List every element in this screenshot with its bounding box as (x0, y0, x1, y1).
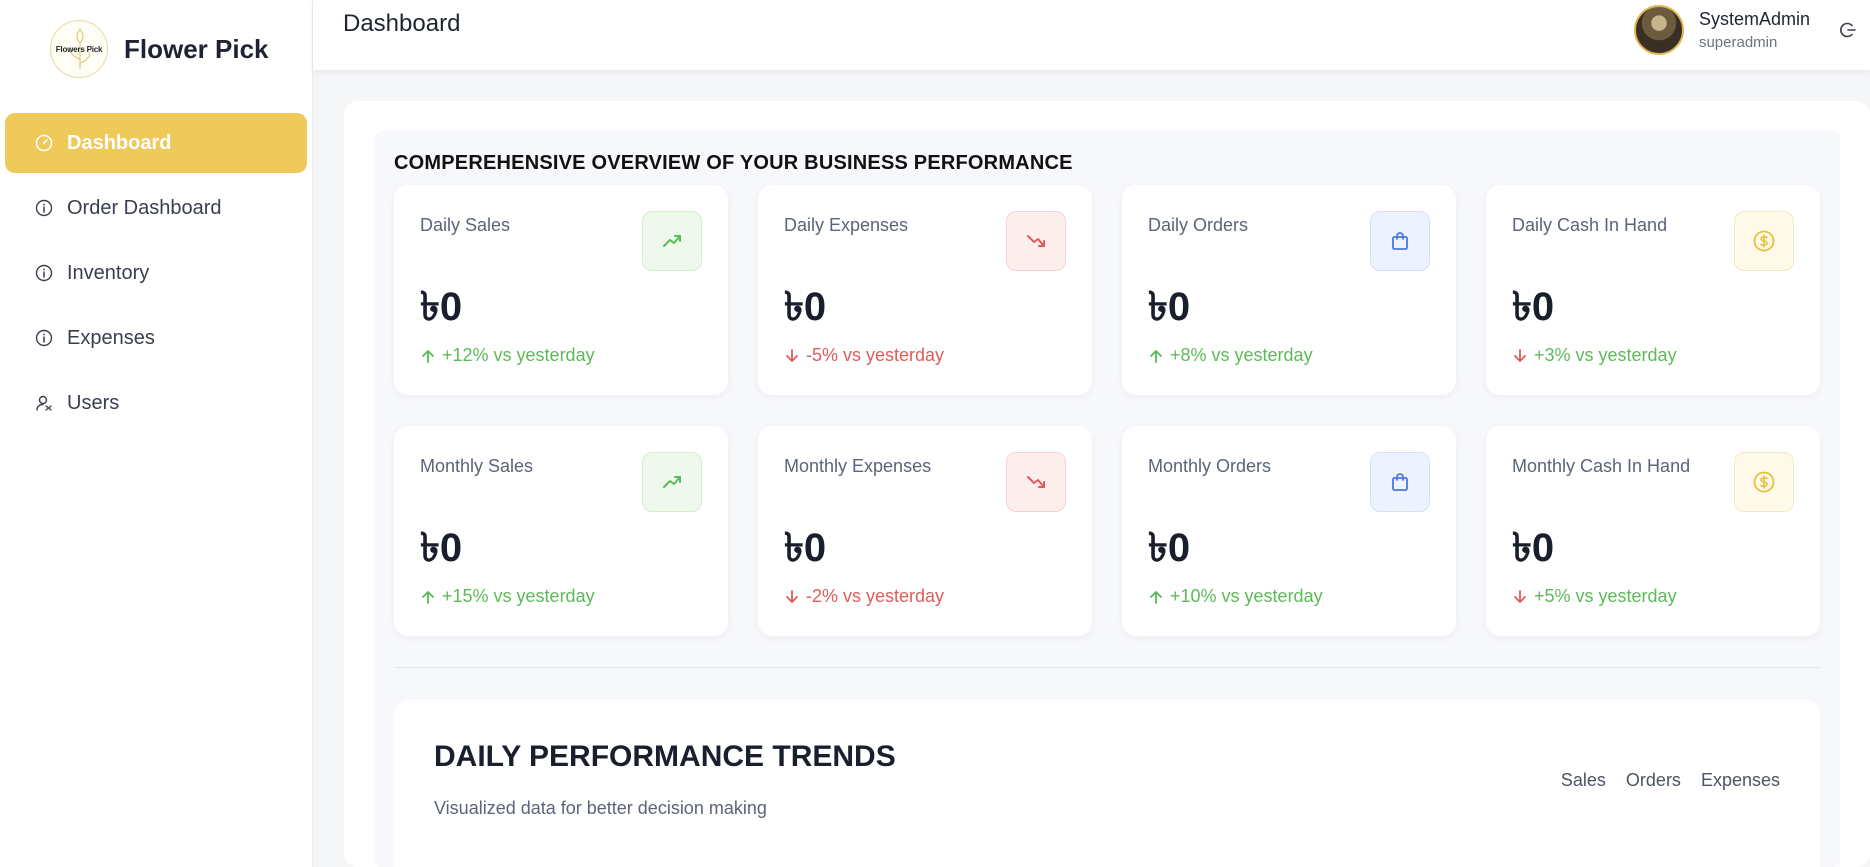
card-label: Daily Expenses (784, 215, 909, 235)
gauge-icon (33, 132, 55, 154)
trends-title: DAILY PERFORMANCE TRENDS (434, 740, 896, 773)
card-value: ৳0 (420, 285, 463, 329)
trend-up-icon (642, 452, 702, 512)
card-label: Monthly Sales (420, 456, 534, 476)
sidebar: Flowers Pick Flower Pick Dashboard Order… (0, 0, 313, 867)
app: Flowers Pick Flower Pick Dashboard Order… (0, 0, 1870, 867)
arrow-down-icon (786, 348, 798, 362)
sidebar-item-dashboard[interactable]: Dashboard (5, 113, 307, 173)
arrow-up-icon (422, 349, 434, 363)
shopping-bag-icon (1370, 211, 1430, 271)
trend-down-icon (1006, 211, 1066, 271)
arrow-up-icon (422, 590, 434, 604)
card-label: Daily Orders (1148, 215, 1249, 235)
user-name: SystemAdmin (1698, 9, 1810, 29)
arrow-up-icon (1150, 349, 1162, 363)
brand[interactable]: Flowers Pick Flower Pick (50, 18, 269, 80)
tab-expenses[interactable]: Expenses (1701, 770, 1780, 791)
card-value: ৳0 (1148, 285, 1191, 329)
arrow-down-icon (1514, 348, 1526, 362)
trend-up-icon (642, 211, 702, 271)
card-change: +8% vs yesterday (1148, 345, 1313, 366)
sidebar-item-inventory[interactable]: Inventory (5, 243, 307, 303)
card-change: +12% vs yesterday (420, 345, 595, 366)
sidebar-item-label: Inventory (67, 261, 150, 284)
stat-card-monthly-expenses: Monthly Expenses ৳0 -2% vs yesterday (758, 426, 1092, 636)
dollar-circle-icon (1734, 452, 1794, 512)
card-change: +15% vs yesterday (420, 586, 595, 607)
card-change-text: +8% vs yesterday (1170, 345, 1313, 365)
card-change-text: -2% vs yesterday (806, 586, 945, 606)
card-value: ৳0 (1148, 526, 1191, 570)
shopping-bag-icon (1370, 452, 1430, 512)
tab-sales[interactable]: Sales (1561, 770, 1606, 791)
user-menu[interactable]: SystemAdmin superadmin (1633, 5, 1810, 55)
logout-icon[interactable] (1838, 20, 1860, 42)
sidebar-item-label: Expenses (67, 326, 155, 349)
card-label: Daily Sales (420, 215, 511, 235)
divider (394, 667, 1820, 668)
avatar[interactable] (1633, 5, 1684, 55)
info-icon (33, 262, 55, 284)
trends-subtitle: Visualized data for better decision maki… (434, 798, 767, 818)
arrow-up-icon (1150, 590, 1162, 604)
page-title: Dashboard (343, 10, 461, 37)
stat-card-monthly-orders: Monthly Orders ৳0 +10% vs yesterday (1122, 426, 1456, 636)
card-change-text: +12% vs yesterday (442, 345, 595, 365)
stat-card-daily-orders: Daily Orders ৳0 +8% vs yesterday (1122, 185, 1456, 395)
trends-tabs: Sales Orders Expenses (1541, 770, 1780, 791)
arrow-down-icon (786, 589, 798, 603)
card-change: +3% vs yesterday (1512, 345, 1677, 366)
card-label: Monthly Expenses (784, 456, 932, 476)
tab-orders[interactable]: Orders (1626, 770, 1681, 791)
sidebar-item-label: Order Dashboard (67, 196, 222, 219)
info-icon (33, 197, 55, 219)
card-label: Daily Cash In Hand (1512, 215, 1668, 235)
card-change-text: +5% vs yesterday (1534, 586, 1677, 606)
stat-card-daily-sales: Daily Sales ৳0 +12% vs yesterday (394, 185, 728, 395)
sidebar-item-users[interactable]: Users (5, 373, 307, 433)
card-change: -5% vs yesterday (784, 345, 944, 366)
trends-panel: DAILY PERFORMANCE TRENDS Visualized data… (394, 700, 1820, 867)
card-label: Monthly Cash In Hand (1512, 456, 1691, 476)
overview-heading: COMPEREHENSIVE OVERVIEW OF YOUR BUSINESS… (394, 152, 1073, 174)
trend-down-icon (1006, 452, 1066, 512)
card-value: ৳0 (420, 526, 463, 570)
card-change: +5% vs yesterday (1512, 586, 1677, 607)
card-value: ৳0 (1512, 285, 1555, 329)
card-change: -2% vs yesterday (784, 586, 944, 607)
card-change-text: +15% vs yesterday (442, 586, 595, 606)
user-info: SystemAdmin superadmin (1699, 9, 1810, 51)
stat-card-daily-expenses: Daily Expenses ৳0 -5% vs yesterday (758, 185, 1092, 395)
card-value: ৳0 (1512, 526, 1555, 570)
stat-card-daily-cash: Daily Cash In Hand ৳0 +3% vs yesterday (1486, 185, 1820, 395)
brand-name: Flower Pick (124, 33, 269, 64)
stat-card-monthly-cash: Monthly Cash In Hand ৳0 +5% vs yesterday (1486, 426, 1820, 636)
sidebar-item-expenses[interactable]: Expenses (5, 308, 307, 368)
card-value: ৳0 (784, 285, 827, 329)
card-change-text: +10% vs yesterday (1170, 586, 1323, 606)
sidebar-item-order-dashboard[interactable]: Order Dashboard (5, 178, 307, 238)
card-label: Monthly Orders (1148, 456, 1272, 476)
sidebar-item-label: Users (67, 391, 120, 414)
top-header: Dashboard SystemAdmin superadmin (313, 0, 1870, 70)
card-change-text: -5% vs yesterday (806, 345, 945, 365)
dollar-circle-icon (1734, 211, 1794, 271)
sidebar-nav: Dashboard Order Dashboard Inventory Expe… (5, 113, 307, 438)
logo-text: Flowers Pick (55, 44, 103, 54)
card-change: +10% vs yesterday (1148, 586, 1323, 607)
card-change-text: +3% vs yesterday (1534, 345, 1677, 365)
arrow-down-icon (1514, 589, 1526, 603)
info-icon (33, 327, 55, 349)
user-role: superadmin (1698, 34, 1778, 51)
sidebar-item-label: Dashboard (67, 131, 172, 154)
card-value: ৳0 (784, 526, 827, 570)
overview-section: COMPEREHENSIVE OVERVIEW OF YOUR BUSINESS… (374, 131, 1840, 867)
brand-logo: Flowers Pick (50, 20, 108, 78)
users-icon (33, 392, 55, 414)
stat-card-monthly-sales: Monthly Sales ৳0 +15% vs yesterday (394, 426, 728, 636)
main-content: COMPEREHENSIVE OVERVIEW OF YOUR BUSINESS… (344, 101, 1870, 867)
